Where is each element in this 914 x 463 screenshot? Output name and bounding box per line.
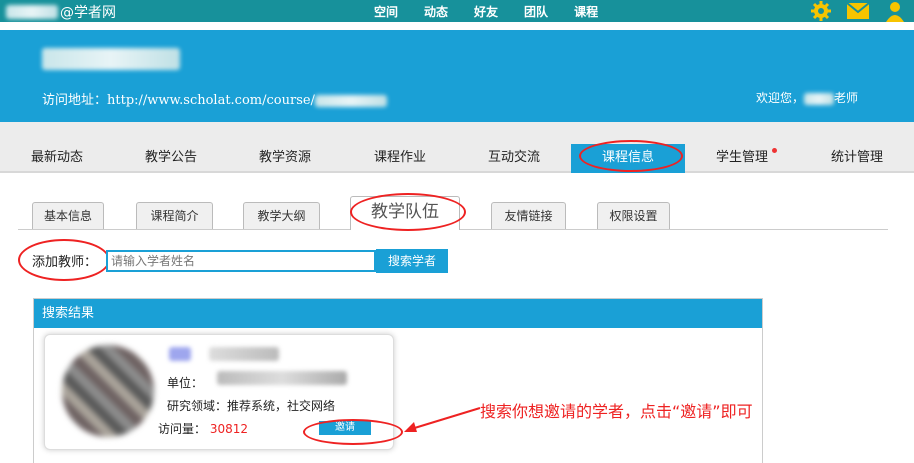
url-value[interactable]: http://www.scholat.com/course/ — [107, 93, 315, 108]
visits-label: 访问量： — [158, 422, 207, 436]
annotation-arrow-icon — [404, 407, 481, 432]
top-nav-course[interactable]: 课程 — [574, 3, 598, 20]
top-icons — [810, 0, 906, 22]
top-nav: 空间 动态 好友 团队 课程 — [374, 3, 598, 20]
welcome-prefix: 欢迎您， — [755, 91, 804, 105]
scholar-avatar[interactable] — [62, 345, 154, 437]
welcome-text: 欢迎您， 老师 — [756, 89, 858, 106]
tab-teaching-team[interactable]: 教学队伍 — [350, 196, 460, 230]
notification-dot — [772, 148, 777, 153]
course-url: 访问地址：http://www.scholat.com/course/ — [42, 89, 387, 108]
top-nav-friends[interactable]: 好友 — [474, 3, 498, 20]
nav-student-management[interactable]: 学生管理 — [685, 144, 799, 173]
nav-statistics[interactable]: 统计管理 — [800, 144, 914, 173]
blurred-username — [6, 5, 58, 19]
nav-discussion[interactable]: 互动交流 — [457, 144, 571, 173]
blurred-unit-value — [217, 371, 347, 385]
visits-row: 访问量： 30812 — [158, 420, 248, 437]
welcome-suffix: 老师 — [833, 91, 858, 105]
site-brand[interactable]: @学者网 — [6, 2, 116, 22]
scholar-search-input[interactable]: 请输入学者姓名 — [106, 250, 376, 272]
research-value: 推荐系统，社交网络 — [227, 399, 336, 413]
url-label: 访问地址： — [42, 93, 108, 108]
unit-row: 单位： — [167, 374, 203, 391]
nav-student-management-label: 学生管理 — [715, 150, 768, 165]
gear-icon[interactable] — [810, 0, 832, 22]
annotation-note: 搜索你想邀请的学者，点击“邀请”即可 — [480, 402, 753, 421]
top-bar: @学者网 空间 动态 好友 团队 课程 — [0, 0, 914, 22]
tab-permissions[interactable]: 权限设置 — [597, 202, 670, 229]
tab-friend-links[interactable]: 友情链接 — [491, 202, 566, 229]
course-banner: 访问地址：http://www.scholat.com/course/ 欢迎您，… — [0, 30, 914, 122]
top-nav-team[interactable]: 团队 — [524, 3, 548, 20]
blurred-url-suffix — [314, 94, 387, 107]
tab-syllabus[interactable]: 教学大纲 — [243, 202, 320, 229]
nav-resources[interactable]: 教学资源 — [228, 144, 342, 173]
search-results-panel: 搜索结果 单位： 研究领域：推荐系统，社交网络 访问量： 30812 邀请 — [33, 298, 763, 463]
nav-latest[interactable]: 最新动态 — [0, 144, 114, 173]
top-nav-feed[interactable]: 动态 — [424, 3, 448, 20]
blurred-teacher-name — [803, 92, 834, 105]
site-name: @学者网 — [60, 5, 116, 21]
search-results-title: 搜索结果 — [34, 299, 762, 328]
blurred-course-title — [42, 48, 180, 70]
course-nav: 最新动态 教学公告 教学资源 课程作业 互动交流 课程信息 学生管理 统计管理 — [0, 122, 914, 173]
tab-course-intro[interactable]: 课程简介 — [136, 202, 213, 229]
blurred-scholar-name[interactable] — [209, 347, 279, 361]
invite-button[interactable]: 邀请 — [319, 421, 371, 435]
nav-homework[interactable]: 课程作业 — [343, 144, 457, 173]
visits-value: 30812 — [209, 422, 249, 436]
scholar-result-card: 单位： 研究领域：推荐系统，社交网络 访问量： 30812 邀请 — [44, 334, 394, 450]
research-row: 研究领域：推荐系统，社交网络 — [167, 397, 335, 414]
unit-label: 单位： — [167, 376, 204, 390]
research-label: 研究领域： — [167, 399, 228, 413]
search-scholar-button[interactable]: 搜索学者 — [376, 249, 448, 273]
add-teacher-label: 添加教师： — [32, 255, 98, 270]
blurred-badge — [169, 347, 191, 361]
top-nav-space[interactable]: 空间 — [374, 3, 398, 20]
user-icon[interactable] — [884, 0, 906, 22]
tab-basic-info[interactable]: 基本信息 — [32, 202, 104, 229]
nav-announcements[interactable]: 教学公告 — [114, 144, 228, 173]
mail-icon[interactable] — [846, 2, 870, 20]
nav-course-info[interactable]: 课程信息 — [571, 144, 685, 173]
